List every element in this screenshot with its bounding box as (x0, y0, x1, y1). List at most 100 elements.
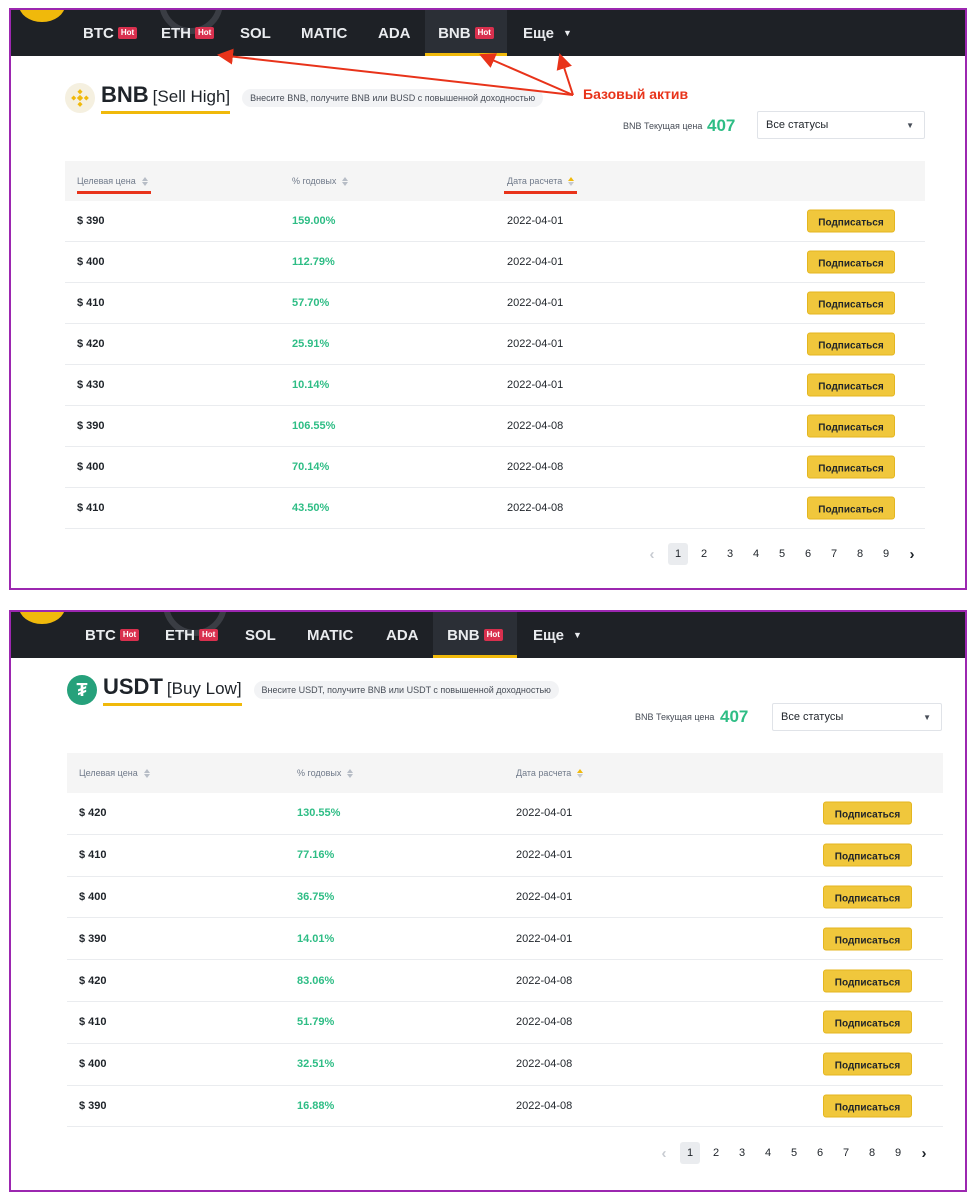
annotation-underline (77, 191, 151, 194)
tab-matic[interactable]: MATIC (307, 612, 353, 658)
tab-more[interactable]: Еще ▼ (533, 612, 582, 658)
subscribe-button[interactable]: Подписаться (807, 291, 895, 315)
tab-matic[interactable]: MATIC (301, 10, 347, 56)
tab-bnb[interactable]: BNB Hot (433, 612, 517, 658)
apy-cell: 77.16% (297, 849, 335, 862)
subscribe-button[interactable]: Подписаться (807, 332, 895, 356)
status-select[interactable]: Все статусы ▼ (757, 111, 925, 139)
page-number[interactable]: 7 (833, 1142, 859, 1164)
apy-cell: 25.91% (292, 338, 330, 350)
subscribe-button[interactable]: Подписаться (823, 843, 912, 867)
target-price-cell: $ 410 (77, 502, 105, 514)
settlement-date-cell: 2022-04-01 (516, 932, 573, 945)
bnb-coin-icon (65, 83, 95, 113)
subscribe-button[interactable]: Подписаться (807, 373, 895, 397)
hot-badge: Hot (483, 629, 503, 641)
table-row: $ 430 10.14% 2022-04-01 Подписаться (65, 365, 925, 406)
annotation-underline (504, 191, 577, 194)
tab-ada[interactable]: ADA (386, 612, 419, 658)
target-price-cell: $ 400 (77, 461, 105, 473)
hot-badge: Hot (119, 629, 140, 641)
tab-ada[interactable]: ADA (378, 10, 411, 56)
page-number[interactable]: 8 (847, 543, 873, 565)
settlement-date-cell: 2022-04-08 (516, 1099, 573, 1112)
tab-sol[interactable]: SOL (240, 10, 271, 56)
page-number[interactable]: 5 (781, 1142, 807, 1164)
page-number[interactable]: 4 (755, 1142, 781, 1164)
page-number[interactable]: 5 (769, 543, 795, 565)
page-number[interactable]: 3 (717, 543, 743, 565)
next-page-icon[interactable]: › (911, 1142, 937, 1164)
status-select[interactable]: Все статусы ▼ (772, 703, 942, 731)
tab-label: MATIC (301, 24, 348, 42)
subscribe-button[interactable]: Подписаться (807, 414, 895, 438)
tab-label: ADA (386, 626, 419, 644)
page-number[interactable]: 8 (859, 1142, 885, 1164)
table-row: $ 390 159.00% 2022-04-01 Подписаться (65, 201, 925, 242)
tab-bnb[interactable]: BNB Hot (425, 10, 507, 56)
target-price-cell: $ 430 (77, 379, 105, 391)
page-number[interactable]: 9 (873, 543, 899, 565)
prev-page-icon[interactable]: ‹ (639, 543, 665, 565)
status-select-value: Все статусы (766, 119, 829, 131)
tab-label: BNB (438, 24, 471, 42)
page-number[interactable]: 4 (743, 543, 769, 565)
subscribe-button[interactable]: Подписаться (823, 969, 912, 993)
hot-badge: Hot (199, 629, 219, 641)
tab-sol[interactable]: SOL (245, 612, 276, 658)
subscribe-button[interactable]: Подписаться (823, 1010, 912, 1034)
apy-cell: 112.79% (292, 256, 335, 268)
table-row: $ 400 32.51% 2022-04-08 Подписаться (67, 1044, 943, 1086)
column-target-price[interactable]: Целевая цена (77, 176, 148, 186)
target-price-cell: $ 420 (79, 974, 107, 987)
tab-more[interactable]: Еще ▼ (523, 10, 572, 56)
subscribe-button[interactable]: Подписаться (823, 1052, 912, 1076)
page-number[interactable]: 2 (691, 543, 717, 565)
subscribe-button[interactable]: Подписаться (807, 455, 895, 479)
target-price-cell: $ 390 (77, 420, 105, 432)
apy-cell: 106.55% (292, 420, 336, 432)
next-page-icon[interactable]: › (899, 543, 925, 565)
column-apy[interactable]: % годовых (297, 768, 354, 778)
column-apy[interactable]: % годовых (292, 176, 349, 186)
apy-cell: 130.55% (297, 807, 341, 820)
prev-page-icon[interactable]: ‹ (651, 1142, 677, 1164)
target-price-cell: $ 410 (79, 849, 107, 862)
settlement-date-cell: 2022-04-08 (516, 974, 573, 987)
target-price-cell: $ 400 (79, 890, 107, 903)
tab-eth[interactable]: ETH Hot (165, 612, 219, 658)
column-settlement-date[interactable]: Дата расчета (516, 768, 584, 778)
page-number[interactable]: 3 (729, 1142, 755, 1164)
subscribe-button[interactable]: Подписаться (823, 927, 912, 951)
tab-eth[interactable]: ETH Hot (161, 10, 215, 56)
apy-cell: 159.00% (292, 215, 336, 227)
table-row: $ 420 130.55% 2022-04-01 Подписаться (67, 793, 943, 835)
page-number[interactable]: 9 (885, 1142, 911, 1164)
page-number[interactable]: 1 (668, 543, 688, 565)
column-target-price[interactable]: Целевая цена (79, 768, 150, 778)
subscribe-button[interactable]: Подписаться (823, 885, 912, 909)
tab-btc[interactable]: BTC Hot (85, 612, 140, 658)
settlement-date-cell: 2022-04-08 (507, 502, 564, 514)
page-number[interactable]: 2 (703, 1142, 729, 1164)
sort-icon (143, 768, 150, 778)
settlement-date-cell: 2022-04-08 (516, 1058, 573, 1071)
offers-table: Целевая цена % годовых Дата расчета $ 42… (67, 753, 943, 1128)
tab-btc[interactable]: BTC Hot (83, 10, 138, 56)
subscribe-button[interactable]: Подписаться (823, 1094, 912, 1118)
table-row: $ 410 43.50% 2022-04-08 Подписаться (65, 488, 925, 529)
page-number[interactable]: 6 (795, 543, 821, 565)
subscribe-button[interactable]: Подписаться (823, 801, 912, 825)
subscribe-button[interactable]: Подписаться (807, 496, 895, 520)
column-label: % годовых (297, 768, 342, 778)
hot-badge: Hot (474, 27, 494, 39)
table-row: $ 390 106.55% 2022-04-08 Подписаться (65, 406, 925, 447)
subscribe-button[interactable]: Подписаться (807, 250, 895, 274)
subscribe-button[interactable]: Подписаться (807, 209, 895, 233)
settlement-date-cell: 2022-04-01 (507, 297, 564, 309)
page-number[interactable]: 6 (807, 1142, 833, 1164)
column-settlement-date[interactable]: Дата расчета (507, 176, 575, 186)
page-number[interactable]: 7 (821, 543, 847, 565)
page-number[interactable]: 1 (680, 1142, 700, 1164)
offers-table: Целевая цена % годовых Дата расчета $ 39… (65, 161, 925, 529)
